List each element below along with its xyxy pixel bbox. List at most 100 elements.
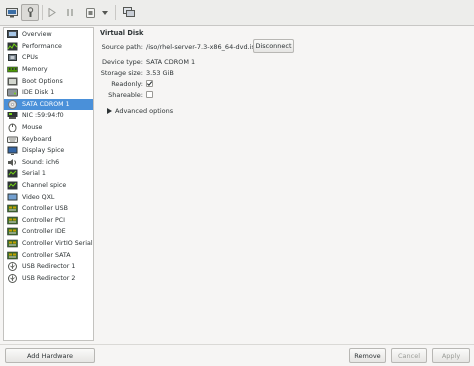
sidebar-item-label: CPUs <box>22 54 39 62</box>
run-button[interactable] <box>45 4 59 21</box>
sidebar-item[interactable]: USB Redirector 1 <box>4 261 93 273</box>
pause-icon <box>67 9 73 16</box>
disconnect-button[interactable]: Disconnect <box>253 39 294 53</box>
sidebar-item[interactable]: Video QXL <box>4 191 93 203</box>
section-title: Virtual Disk <box>100 29 144 37</box>
sidebar-item[interactable]: IDE Disk 1 <box>4 87 93 99</box>
pause-button[interactable] <box>63 4 77 21</box>
console-button[interactable] <box>3 4 20 21</box>
cpu-icon <box>7 53 18 62</box>
storage-size-value: 3.53 GiB <box>146 69 174 77</box>
nic-icon <box>7 111 18 120</box>
add-hardware-button[interactable]: Add Hardware <box>5 348 95 363</box>
sidebar-item[interactable]: Overview <box>4 29 93 41</box>
sidebar-item-label: Controller VirtIO Serial <box>22 240 93 248</box>
sidebar-item-label: Channel spice <box>22 182 67 190</box>
sidebar-item[interactable]: Serial 1 <box>4 168 93 180</box>
sidebar-item[interactable]: Controller SATA <box>4 249 93 261</box>
sidebar-item-label: Serial 1 <box>22 170 46 178</box>
cancel-button[interactable]: Cancel <box>391 348 427 363</box>
details-icon <box>27 7 33 17</box>
mouse-icon <box>7 123 18 133</box>
checkmark-icon <box>146 81 153 87</box>
sidebar-item-label: Controller SATA <box>22 251 71 259</box>
sidebar-item-label: Mouse <box>22 124 43 132</box>
sidebar-item[interactable]: Mouse <box>4 122 93 134</box>
sidebar-item-label: NIC :59:94:f0 <box>22 112 64 120</box>
channel-icon <box>7 181 18 190</box>
details-button[interactable] <box>21 4 39 21</box>
usb-redirector-icon <box>7 262 18 272</box>
controller-icon <box>7 251 18 260</box>
shareable-label: Shareable: <box>108 91 143 99</box>
advanced-options-label: Advanced options <box>115 107 174 115</box>
sidebar-item[interactable]: Controller IDE <box>4 226 93 238</box>
chevron-right-icon <box>107 108 112 114</box>
disk-icon <box>7 88 18 97</box>
sidebar-item-label: Controller IDE <box>22 228 66 236</box>
sidebar-item[interactable]: USB Redirector 2 <box>4 273 93 285</box>
serial-icon <box>7 169 18 178</box>
sidebar-item-label: Performance <box>22 42 62 50</box>
usb-redirector-icon <box>7 273 18 283</box>
shareable-checkbox[interactable] <box>146 91 153 98</box>
details-pane: Virtual Disk Source path: /iso/rhel-serv… <box>100 27 472 341</box>
shutdown-menu-button[interactable] <box>100 4 110 21</box>
sidebar-item-label: Boot Options <box>22 77 63 85</box>
fullscreen-icon <box>123 7 135 17</box>
sound-icon <box>7 158 18 167</box>
sidebar-item[interactable]: Controller PCI <box>4 215 93 227</box>
toolbar <box>0 0 474 26</box>
video-icon <box>7 193 18 202</box>
readonly-checkbox[interactable] <box>146 80 153 87</box>
sidebar-item[interactable]: SATA CDROM 1 <box>4 98 93 111</box>
sidebar-item[interactable]: CPUs <box>4 52 93 64</box>
sidebar-item[interactable]: Display Spice <box>4 145 93 157</box>
shutdown-icon <box>86 7 95 18</box>
sidebar-item-label: Controller PCI <box>22 216 66 224</box>
sidebar-item[interactable]: Controller VirtIO Serial <box>4 238 93 250</box>
sidebar-item[interactable]: Controller USB <box>4 203 93 215</box>
advanced-options-expander[interactable]: Advanced options <box>107 107 173 115</box>
overview-icon <box>7 30 18 39</box>
sidebar-item[interactable]: Sound: ich6 <box>4 157 93 169</box>
storage-size-label: Storage size: <box>100 69 143 77</box>
memory-icon <box>7 65 18 74</box>
hardware-list: Overview Performance CPUs Memory Boot Option… <box>3 27 94 341</box>
controller-icon <box>7 239 18 248</box>
chevron-down-icon <box>102 10 108 15</box>
fullscreen-button[interactable] <box>121 4 137 21</box>
cdrom-icon <box>7 99 18 109</box>
performance-icon <box>7 42 18 51</box>
sidebar-item-label: Keyboard <box>22 135 52 143</box>
sidebar-item[interactable]: Performance <box>4 41 93 53</box>
sidebar-item[interactable]: Keyboard <box>4 133 93 145</box>
keyboard-icon <box>7 135 18 144</box>
controller-icon <box>7 227 18 236</box>
sidebar-item[interactable]: Boot Options <box>4 75 93 87</box>
console-icon <box>5 7 18 17</box>
device-type-value: SATA CDROM 1 <box>146 58 196 66</box>
sidebar-item[interactable]: Memory <box>4 64 93 76</box>
readonly-label: Readonly: <box>111 80 143 88</box>
sidebar-item[interactable]: Channel spice <box>4 180 93 192</box>
sidebar-item-label: SATA CDROM 1 <box>22 100 70 108</box>
sidebar-item-label: USB Redirector 2 <box>22 274 76 282</box>
remove-button[interactable]: Remove <box>349 348 386 363</box>
controller-icon <box>7 216 18 225</box>
controller-icon <box>7 204 18 213</box>
toolbar-separator <box>115 5 116 20</box>
apply-button[interactable]: Apply <box>432 348 470 363</box>
device-type-label: Device type: <box>101 58 143 66</box>
shutdown-button[interactable] <box>84 4 97 21</box>
source-path-value: /iso/rhel-server-7.3-x86_64-dvd.iso <box>146 43 259 51</box>
toolbar-separator <box>42 5 43 20</box>
sidebar-item-label: Overview <box>22 31 52 39</box>
boot-options-icon <box>7 77 18 86</box>
sidebar-item-label: Video QXL <box>22 193 55 201</box>
sidebar-item-label: IDE Disk 1 <box>22 89 55 97</box>
sidebar-item[interactable]: NIC :59:94:f0 <box>4 110 93 122</box>
sidebar-item-label: Memory <box>22 66 48 74</box>
display-icon <box>7 146 18 156</box>
sidebar-item-label: Sound: ich6 <box>22 158 60 166</box>
